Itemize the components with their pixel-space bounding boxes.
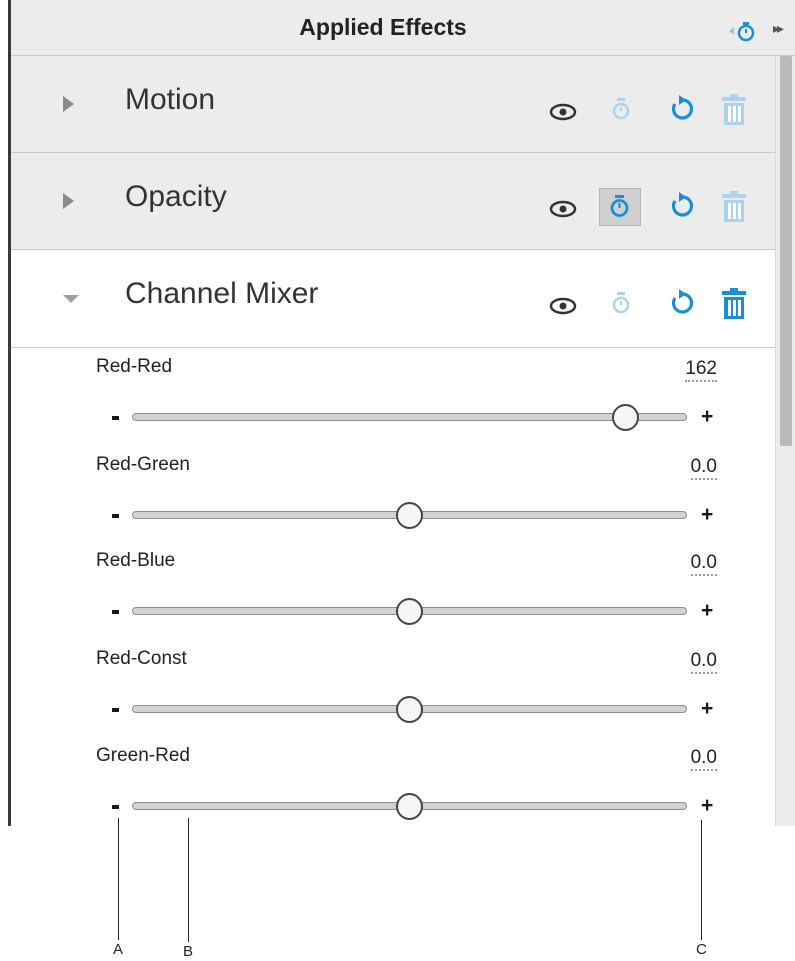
callout-line-a (118, 818, 119, 940)
effect-name: Motion (125, 83, 216, 116)
slider-thumb[interactable] (396, 502, 423, 529)
chevron-down-icon[interactable] (63, 295, 79, 303)
panel-header: Applied Effects ▸▸ (11, 0, 795, 56)
chevron-right-icon[interactable] (63, 193, 74, 209)
decrease-icon[interactable] (112, 610, 119, 614)
vertical-scrollbar[interactable] (775, 56, 795, 826)
decrease-icon[interactable] (112, 416, 119, 420)
scrollbar-thumb[interactable] (780, 56, 792, 446)
trash-icon[interactable] (720, 93, 752, 125)
panel-title: Applied Effects (299, 14, 467, 40)
trash-icon[interactable] (720, 190, 752, 222)
stopwatch-icon[interactable] (610, 289, 642, 321)
callout-line-c (701, 820, 702, 940)
slider-track[interactable] (132, 413, 687, 421)
decrease-icon[interactable] (112, 805, 119, 809)
parameter-label: Red-Green (96, 454, 190, 475)
decrease-icon[interactable] (112, 708, 119, 712)
double-chevron-right-icon[interactable]: ▸▸ (773, 20, 784, 37)
stopwatch-icon[interactable] (599, 188, 641, 226)
reset-icon[interactable] (667, 191, 699, 223)
parameter-label: Red-Const (96, 648, 187, 669)
chevron-right-icon[interactable] (63, 96, 74, 112)
effect-row-motion[interactable]: Motion (11, 56, 775, 153)
effect-name: Opacity (125, 180, 227, 213)
increase-icon[interactable]: + (701, 794, 713, 818)
slider-thumb[interactable] (612, 404, 640, 431)
increase-icon[interactable]: + (701, 599, 713, 623)
keyframe-toggle-icon[interactable] (729, 18, 759, 44)
parameter-label: Red-Red (96, 356, 173, 377)
effect-name: Channel Mixer (125, 277, 319, 310)
applied-effects-panel: Applied Effects ▸▸ Motion Opacity Channe… (8, 0, 795, 826)
increase-icon[interactable]: + (701, 405, 713, 429)
eye-icon[interactable] (547, 101, 579, 133)
trash-icon[interactable] (720, 287, 752, 319)
callout-label-b: B (183, 943, 194, 960)
reset-icon[interactable] (667, 288, 699, 320)
reset-icon[interactable] (667, 94, 699, 126)
callout-label-c: C (696, 941, 707, 958)
stopwatch-icon[interactable] (610, 95, 642, 127)
parameter-label: Green-Red (96, 745, 190, 766)
increase-icon[interactable]: + (701, 697, 713, 721)
effect-row-opacity[interactable]: Opacity (11, 153, 775, 250)
increase-icon[interactable]: + (701, 503, 713, 527)
eye-icon[interactable] (547, 295, 579, 327)
parameter-value[interactable]: 0.0 (690, 456, 717, 480)
eye-icon[interactable] (547, 198, 579, 230)
slider-thumb[interactable] (396, 793, 423, 820)
slider-thumb[interactable] (396, 696, 423, 723)
parameter-label: Red-Blue (96, 550, 176, 571)
parameter-value[interactable]: 0.0 (690, 650, 717, 674)
decrease-icon[interactable] (112, 514, 119, 518)
callout-line-b (188, 818, 189, 942)
parameter-value[interactable]: 0.0 (690, 552, 717, 576)
parameter-value[interactable]: 162 (685, 358, 717, 382)
effect-row-channel-mixer[interactable]: Channel Mixer (11, 250, 775, 348)
callout-label-a: A (113, 941, 124, 958)
slider-thumb[interactable] (396, 598, 423, 625)
parameter-value[interactable]: 0.0 (690, 747, 717, 771)
